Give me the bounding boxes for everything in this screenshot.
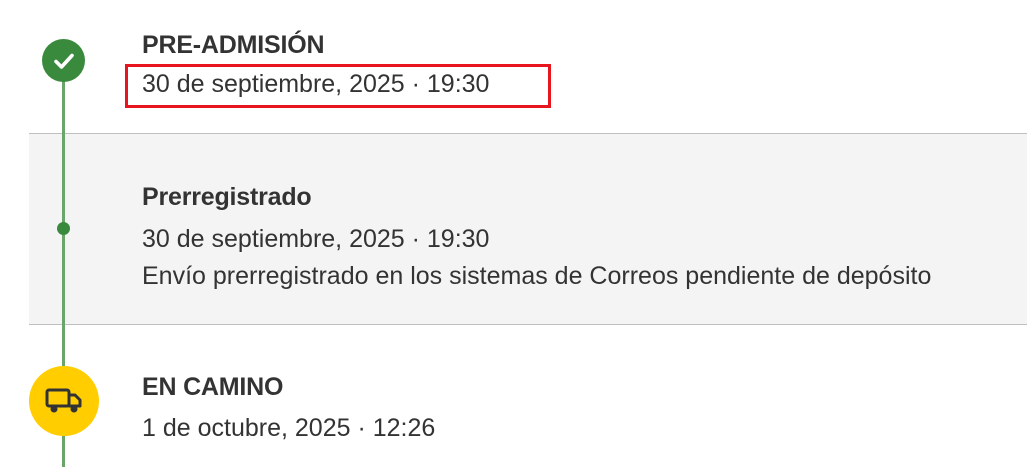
- tracking-timeline: PRE-ADMISIÓN 30 de septiembre, 2025 · 19…: [0, 0, 1027, 467]
- step-date: 30 de septiembre, 2025 · 19:30: [142, 225, 490, 253]
- step-title: PRE-ADMISIÓN: [142, 31, 325, 59]
- check-icon: [42, 39, 85, 82]
- step-title: Prerregistrado: [142, 183, 312, 211]
- highlight-box: [125, 64, 551, 108]
- dot-icon: [57, 222, 70, 235]
- section-divider: [29, 133, 1027, 134]
- step-date: 1 de octubre, 2025 · 12:26: [142, 414, 436, 442]
- step-title: EN CAMINO: [142, 373, 284, 401]
- step-description: Envío prerregistrado en los sistemas de …: [142, 262, 932, 290]
- truck-icon: [29, 366, 99, 436]
- section-divider: [29, 324, 1027, 325]
